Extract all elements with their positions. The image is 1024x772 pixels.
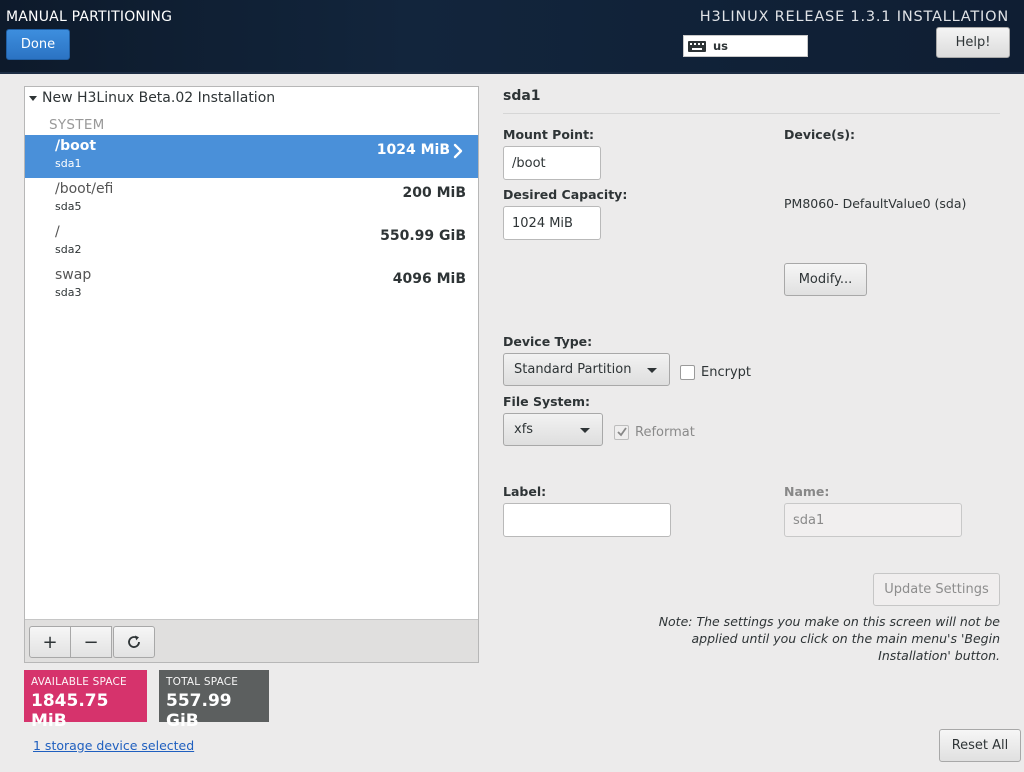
reformat-checkbox-row: Reformat	[614, 425, 695, 440]
partition-tree-panel: New H3Linux Beta.02 Installation SYSTEM …	[24, 86, 479, 663]
available-space-label: AVAILABLE SPACE	[31, 676, 127, 688]
help-button[interactable]: Help!	[936, 27, 1010, 58]
partition-row-boot-efi[interactable]: /boot/efi sda5 200 MiB	[25, 178, 478, 221]
devices-label: Device(s):	[784, 127, 856, 142]
keyboard-icon	[688, 40, 706, 52]
header-bar: MANUAL PARTITIONING Done H3LINUX RELEASE…	[0, 0, 1024, 74]
mount-point-label: Mount Point:	[503, 127, 595, 142]
partition-device: sda2	[55, 243, 82, 256]
encrypt-label: Encrypt	[701, 365, 751, 380]
reformat-label: Reformat	[635, 425, 695, 440]
available-space-box: AVAILABLE SPACE 1845.75 MiB	[24, 670, 147, 731]
device-type-label: Device Type:	[503, 334, 593, 349]
release-title: H3LINUX RELEASE 1.3.1 INSTALLATION	[699, 9, 1009, 25]
update-settings-button: Update Settings	[873, 573, 1000, 606]
desired-capacity-input[interactable]: 1024 MiB	[503, 206, 601, 240]
installation-label: New H3Linux Beta.02 Installation	[42, 90, 276, 106]
partition-mount: /boot/efi	[55, 181, 114, 197]
encrypt-checkbox-row[interactable]: Encrypt	[680, 365, 751, 380]
name-input: sda1	[784, 503, 962, 537]
partition-row-swap[interactable]: swap sda3 4096 MiB	[25, 264, 478, 307]
partition-row-boot[interactable]: /boot sda1 1024 MiB	[25, 135, 478, 178]
partition-detail-title: sda1	[503, 88, 541, 104]
device-name-text: PM8060- DefaultValue0 (sda)	[784, 196, 967, 211]
partition-list: /boot sda1 1024 MiB /boot/efi sda5 200 M…	[25, 135, 478, 307]
desired-capacity-label: Desired Capacity:	[503, 187, 628, 202]
reset-all-button[interactable]: Reset All	[939, 729, 1021, 762]
installation-tree-header[interactable]: New H3Linux Beta.02 Installation	[29, 90, 275, 106]
partition-size: 550.99 GiB	[380, 228, 466, 244]
partition-size: 1024 MiB	[376, 142, 450, 158]
label-input[interactable]	[503, 503, 671, 537]
partition-size: 200 MiB	[402, 185, 467, 201]
file-system-select[interactable]: xfs	[503, 413, 603, 446]
partition-device: sda5	[55, 200, 82, 213]
modify-button[interactable]: Modify...	[784, 263, 867, 296]
keyboard-layout-indicator[interactable]: us	[683, 35, 808, 57]
name-field-label: Name:	[784, 484, 830, 499]
keyboard-layout-label: us	[713, 39, 729, 53]
add-partition-button[interactable]: +	[29, 626, 71, 658]
partition-device: sda1	[55, 157, 82, 170]
refresh-button[interactable]	[113, 626, 155, 658]
device-type-select[interactable]: Standard Partition	[503, 353, 670, 386]
expand-arrow-icon[interactable]	[29, 95, 37, 101]
partition-size: 4096 MiB	[392, 271, 466, 287]
file-system-label: File System:	[503, 394, 591, 409]
reformat-checkbox	[614, 425, 629, 440]
detail-divider	[503, 113, 1000, 114]
remove-partition-button[interactable]: −	[70, 626, 112, 658]
page-title: MANUAL PARTITIONING	[6, 9, 173, 25]
total-space-label: TOTAL SPACE	[166, 676, 239, 688]
partition-device: sda3	[55, 286, 82, 299]
partition-mount: /boot	[55, 138, 97, 154]
file-system-value: xfs	[514, 422, 534, 437]
group-label-system: SYSTEM	[49, 117, 105, 133]
device-type-value: Standard Partition	[514, 362, 632, 377]
label-field-label: Label:	[503, 484, 547, 499]
partition-row-root[interactable]: / sda2 550.99 GiB	[25, 221, 478, 264]
storage-devices-link[interactable]: 1 storage device selected	[33, 738, 194, 753]
encrypt-checkbox[interactable]	[680, 365, 695, 380]
chevron-right-icon	[453, 143, 463, 159]
dropdown-arrow-icon	[580, 428, 590, 433]
settings-note: Note: The settings you make on this scre…	[658, 614, 1000, 663]
partition-toolbar: + −	[25, 619, 478, 662]
partition-mount: /	[55, 224, 60, 240]
partition-mount: swap	[55, 267, 92, 283]
done-button[interactable]: Done	[6, 29, 70, 60]
dropdown-arrow-icon	[647, 368, 657, 373]
checkmark-icon	[617, 427, 627, 437]
refresh-icon	[128, 635, 140, 648]
total-space-value: 557.99 GiB	[166, 691, 232, 731]
mount-point-input[interactable]: /boot	[503, 146, 601, 180]
total-space-box: TOTAL SPACE 557.99 GiB	[159, 670, 269, 731]
available-space-value: 1845.75 MiB	[31, 691, 109, 731]
